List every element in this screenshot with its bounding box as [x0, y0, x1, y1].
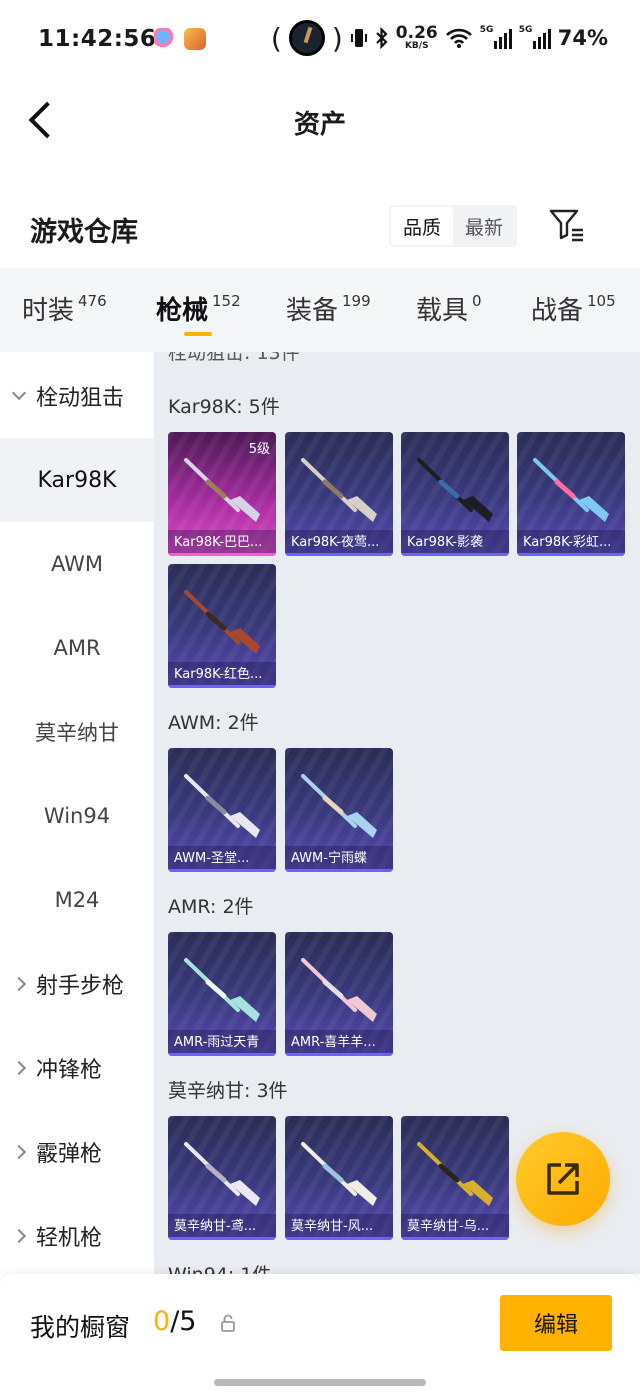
section-title: Kar98K: 5件 [168, 396, 280, 418]
rifle-icon [533, 458, 609, 522]
tab-firearms[interactable]: 枪械 152 [156, 290, 241, 327]
edit-button[interactable]: 编辑 [500, 1295, 612, 1351]
rifle-icon [417, 1142, 493, 1206]
skin-card[interactable]: AWM-宁雨蝶 [285, 748, 393, 872]
tab-vehicles[interactable]: 载具 0 [416, 290, 482, 327]
sidebar-group-lmg[interactable]: 轻机枪 [0, 1194, 154, 1274]
warehouse-title: 游戏仓库 [30, 217, 138, 248]
skin-card[interactable]: 5级 Kar98K-巴巴... [168, 432, 276, 556]
home-indicator[interactable] [214, 1379, 426, 1386]
chevron-right-icon [11, 1144, 27, 1160]
chevron-down-icon [11, 385, 27, 401]
sort-by-quality[interactable]: 品质 [391, 207, 453, 245]
tab-supplies[interactable]: 战备 105 [531, 290, 616, 327]
sidebar-item-win94[interactable]: Win94 [0, 774, 154, 858]
rifle-icon [301, 458, 377, 522]
skin-card[interactable]: Kar98K-彩虹... [517, 432, 625, 556]
section-title: AMR: 2件 [168, 896, 254, 918]
skin-card[interactable]: Kar98K-夜莺... [285, 432, 393, 556]
lock-icon [221, 1314, 235, 1332]
section-title: AWM: 2件 [168, 712, 259, 734]
sidebar-item-awm[interactable]: AWM [0, 522, 154, 606]
rifle-icon [301, 774, 377, 838]
skin-card[interactable]: AMR-雨过天青 [168, 932, 276, 1056]
rifle-icon [184, 1142, 260, 1206]
skin-card[interactable]: 莫辛纳甘-乌... [401, 1116, 509, 1240]
sidebar-item-amr[interactable]: AMR [0, 606, 154, 690]
rifle-icon [301, 958, 377, 1022]
rifle-icon [417, 458, 493, 522]
skin-level: 5级 [248, 442, 270, 457]
tab-fashion[interactable]: 时装 476 [22, 290, 107, 327]
filter-icon[interactable] [548, 206, 586, 244]
sidebar-group-dmr[interactable]: 射手步枪 [0, 942, 154, 1026]
sidebar-group-smg[interactable]: 冲锋枪 [0, 1026, 154, 1110]
sort-by-newest[interactable]: 最新 [453, 207, 515, 245]
chevron-right-icon [11, 1228, 27, 1244]
chevron-right-icon [11, 976, 27, 992]
skin-card[interactable]: Kar98K-影袭 [401, 432, 509, 556]
sort-toggle: 品质 最新 [389, 205, 517, 247]
showcase-count: 0/5 [153, 1306, 197, 1337]
rifle-icon [184, 590, 260, 654]
sidebar-group-shotgun[interactable]: 霰弹枪 [0, 1110, 154, 1194]
game-notification-icon [184, 28, 206, 50]
sidebar-item-kar98k[interactable]: Kar98K [0, 438, 154, 522]
status-time: 11:42:56 [38, 26, 157, 52]
rifle-icon [301, 1142, 377, 1206]
page-title: 资产 [293, 110, 346, 140]
showcase-label: 我的橱窗 [30, 1313, 131, 1342]
section-title: 栓动狙击: 13件 [168, 352, 300, 364]
tab-equipment[interactable]: 装备 199 [286, 290, 371, 327]
active-tab-indicator [184, 332, 212, 336]
section-title: Win94: 1件 [168, 1260, 271, 1274]
top-app-bar: 资产 [0, 80, 640, 160]
skin-card[interactable]: 莫辛纳甘-风... [285, 1116, 393, 1240]
skin-card[interactable]: AWM-圣堂... [168, 748, 276, 872]
status-indicators: ( ) 0.26 KB/S 5G 5G 74% [270, 20, 608, 56]
media-playing-icon [288, 20, 325, 56]
share-button[interactable] [516, 1132, 610, 1226]
chevron-right-icon [11, 1060, 27, 1076]
signal-icon-2: 5G [519, 25, 551, 49]
skin-card[interactable]: 莫辛纳甘-鸢... [168, 1116, 276, 1240]
signal-icon: 5G [480, 25, 512, 49]
notification-icons [154, 28, 206, 50]
rifle-icon [184, 958, 260, 1022]
sidebar-item-mosin[interactable]: 莫辛纳甘 [0, 690, 154, 774]
skin-card[interactable]: Kar98K-红色... [168, 564, 276, 688]
share-external-icon [547, 1163, 579, 1195]
weapon-type-sidebar: 栓动狙击 Kar98K AWM AMR 莫辛纳甘 Win94 M24 射手步枪 … [0, 352, 154, 1274]
section-title: 莫辛纳甘: 3件 [168, 1080, 288, 1102]
bluetooth-icon [376, 27, 388, 49]
rifle-icon [184, 774, 260, 838]
sidebar-item-m24[interactable]: M24 [0, 858, 154, 942]
skin-card[interactable]: AMR-喜羊羊... [285, 932, 393, 1056]
battery-level: 74% [557, 26, 608, 50]
showcase-bar: 我的橱窗 0/5 编辑 [0, 1274, 640, 1400]
network-speed: 0.26 KB/S [395, 23, 438, 51]
app-notification-icon [154, 28, 176, 50]
status-bar: 11:42:56 ( ) 0.26 KB/S 5G 5G 74% [0, 0, 640, 80]
wifi-icon [445, 28, 472, 48]
sidebar-group-bolt-action[interactable]: 栓动狙击 [0, 354, 154, 438]
category-tabs: 时装 476 枪械 152 装备 199 载具 0 战备 105 [0, 268, 640, 352]
vibrate-icon [350, 29, 367, 47]
rifle-icon [184, 458, 260, 522]
